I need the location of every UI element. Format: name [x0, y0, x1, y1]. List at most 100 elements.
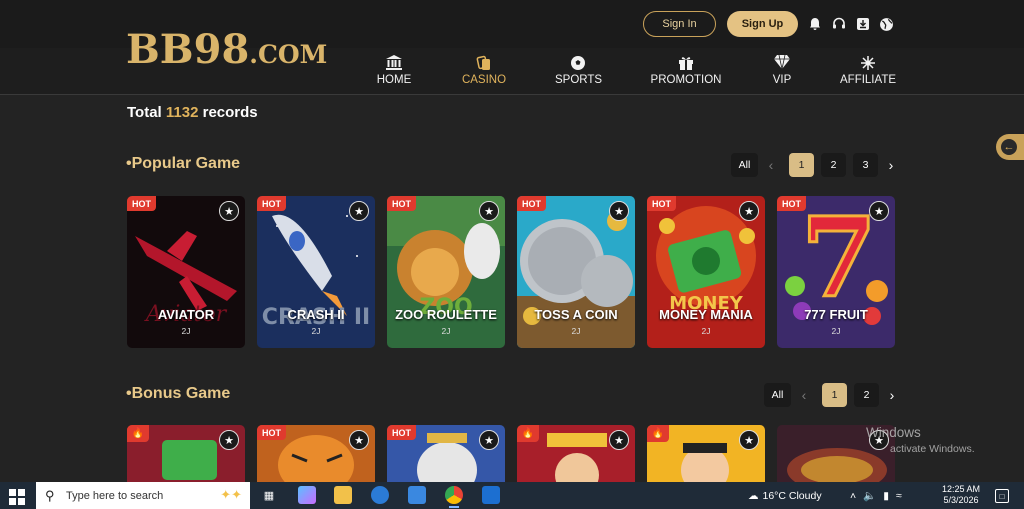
- chrome-icon[interactable]: [445, 486, 463, 508]
- nav-label: AFFILIATE: [840, 74, 897, 86]
- pager-page-2[interactable]: 2: [854, 383, 879, 407]
- hot-badge: HOT: [387, 196, 416, 211]
- cards-icon: [460, 55, 508, 73]
- fire-badge-icon: 🔥: [127, 425, 149, 442]
- download-icon[interactable]: [854, 15, 872, 33]
- bonus-card-2[interactable]: HOT ★: [257, 425, 375, 482]
- nav-promotion[interactable]: PROMOTION: [650, 55, 722, 91]
- store-icon[interactable]: [408, 486, 426, 504]
- activate-windows-title: Windows: [866, 425, 921, 440]
- game-provider: 2J: [571, 326, 581, 336]
- weather-widget[interactable]: ☁ 16°C Cloudy: [748, 482, 822, 509]
- game-card-crash-ii[interactable]: CRASH II HOT ★ CRASH II 2J: [257, 196, 375, 348]
- favorite-star-icon[interactable]: ★: [219, 201, 239, 221]
- game-provider: 2J: [311, 326, 321, 336]
- favorite-star-icon[interactable]: ★: [739, 430, 759, 450]
- gift-icon: [650, 55, 722, 73]
- records-prefix: Total: [127, 104, 162, 121]
- hot-badge: HOT: [647, 196, 676, 211]
- game-card-aviator[interactable]: Aviator HOT ★ AVIATOR 2J: [127, 196, 245, 348]
- bell-icon[interactable]: [806, 15, 824, 33]
- game-provider: 2J: [441, 326, 451, 336]
- battery-icon[interactable]: ▮: [883, 490, 896, 502]
- taskbar-search-input[interactable]: ⚲ Type here to search ✦✦: [36, 482, 250, 509]
- system-tray[interactable]: ˄ 🔈 ▮ ≈: [850, 482, 909, 509]
- bonus-card-3[interactable]: HOT ★: [387, 425, 505, 482]
- weather-text: 16°C Cloudy: [762, 489, 822, 502]
- hot-badge: HOT: [257, 196, 286, 211]
- game-name: TOSS A COIN: [534, 307, 618, 322]
- notification-icon[interactable]: □: [995, 489, 1009, 503]
- favorite-star-icon[interactable]: ★: [609, 201, 629, 221]
- game-card-zoo-roulette[interactable]: ZOO HOT ★ ZOO ROULETTE 2J: [387, 196, 505, 348]
- chevron-right-icon[interactable]: ›: [886, 383, 898, 407]
- speaker-icon[interactable]: 🔈: [863, 489, 883, 502]
- windows-start-icon[interactable]: [9, 489, 25, 505]
- favorite-star-icon[interactable]: ★: [869, 201, 889, 221]
- bonus-card-1[interactable]: 🔥 ★: [127, 425, 245, 482]
- favorite-star-icon[interactable]: ★: [609, 430, 629, 450]
- favorite-star-icon[interactable]: ★: [479, 201, 499, 221]
- sign-in-button[interactable]: Sign In: [643, 11, 716, 37]
- nav-sports[interactable]: SPORTS: [555, 55, 602, 91]
- copilot-icon[interactable]: [298, 486, 316, 504]
- taskbar-clock[interactable]: 12:25 AM 5/3/2026: [940, 484, 982, 506]
- sign-up-button[interactable]: Sign Up: [727, 11, 798, 37]
- game-name: ZOO ROULETTE: [395, 307, 497, 322]
- chevron-up-icon[interactable]: ˄: [850, 490, 863, 502]
- pager-page-2[interactable]: 2: [821, 153, 846, 177]
- outlook-icon[interactable]: [482, 486, 500, 504]
- logo-main: BB98: [126, 26, 250, 73]
- sparkle-icon: ✦✦: [220, 487, 242, 502]
- search-placeholder: Type here to search: [66, 489, 164, 502]
- network-icon: [840, 55, 896, 73]
- favorite-star-icon[interactable]: ★: [479, 430, 499, 450]
- pager-all-button[interactable]: All: [764, 383, 791, 407]
- hot-badge: HOT: [127, 196, 156, 211]
- favorite-star-icon[interactable]: ★: [349, 201, 369, 221]
- task-view-icon[interactable]: ▦: [260, 486, 278, 504]
- bonus-card-4[interactable]: 🔥 ★: [517, 425, 635, 482]
- game-card-777-fruit[interactable]: 7 HOT ★ 777 FRUIT 2J: [777, 196, 895, 348]
- chevron-left-icon[interactable]: ‹: [765, 153, 777, 177]
- site-logo[interactable]: BB98.COM: [126, 26, 327, 73]
- diamond-icon: [768, 54, 796, 73]
- nav-label: VIP: [772, 74, 792, 86]
- hot-badge: HOT: [257, 425, 286, 440]
- records-count: Total 1132 records: [127, 104, 258, 121]
- headset-icon[interactable]: [830, 15, 848, 33]
- nav-label: HOME: [376, 74, 412, 86]
- nav-casino[interactable]: CASINO: [460, 55, 508, 91]
- game-name: CRASH II: [287, 307, 345, 322]
- bonus-pager: All ‹ 1 2 ›: [764, 383, 910, 407]
- svg-text:7: 7: [801, 196, 878, 322]
- bonus-card-5[interactable]: 🔥 ★: [647, 425, 765, 482]
- clock-time: 12:25 AM: [941, 484, 981, 494]
- chevron-right-icon[interactable]: ›: [885, 153, 897, 177]
- records-number: 1132: [165, 104, 199, 121]
- favorite-star-icon[interactable]: ★: [349, 430, 369, 450]
- pager-page-3[interactable]: 3: [853, 153, 878, 177]
- logo-suffix: .COM: [249, 40, 328, 69]
- game-name: AVIATOR: [157, 307, 215, 322]
- nav-affiliate[interactable]: AFFILIATE: [840, 55, 896, 91]
- game-provider: 2J: [181, 326, 191, 336]
- nav-label: PROMOTION: [650, 74, 722, 86]
- pager-page-1[interactable]: 1: [822, 383, 847, 407]
- edge-icon[interactable]: [371, 486, 389, 504]
- globe-icon[interactable]: [877, 15, 895, 33]
- favorite-star-icon[interactable]: ★: [739, 201, 759, 221]
- nav-vip[interactable]: VIP: [768, 54, 796, 91]
- game-name: 777 FRUIT: [804, 307, 868, 322]
- pager-all-button[interactable]: All: [731, 153, 758, 177]
- pager-page-1[interactable]: 1: [789, 153, 814, 177]
- favorite-star-icon[interactable]: ★: [219, 430, 239, 450]
- chevron-left-icon[interactable]: ‹: [798, 383, 810, 407]
- file-explorer-icon[interactable]: [334, 486, 352, 504]
- nav-home[interactable]: HOME: [374, 55, 414, 91]
- game-card-money-mania[interactable]: MONEY HOT ★ MONEY MANIA 2J: [647, 196, 765, 348]
- activate-windows-text: activate Windows.: [890, 443, 975, 455]
- wifi-icon[interactable]: ≈: [896, 490, 909, 502]
- game-card-toss-a-coin[interactable]: HOT ★ TOSS A COIN 2J: [517, 196, 635, 348]
- side-collapse-tab[interactable]: ←: [996, 134, 1024, 160]
